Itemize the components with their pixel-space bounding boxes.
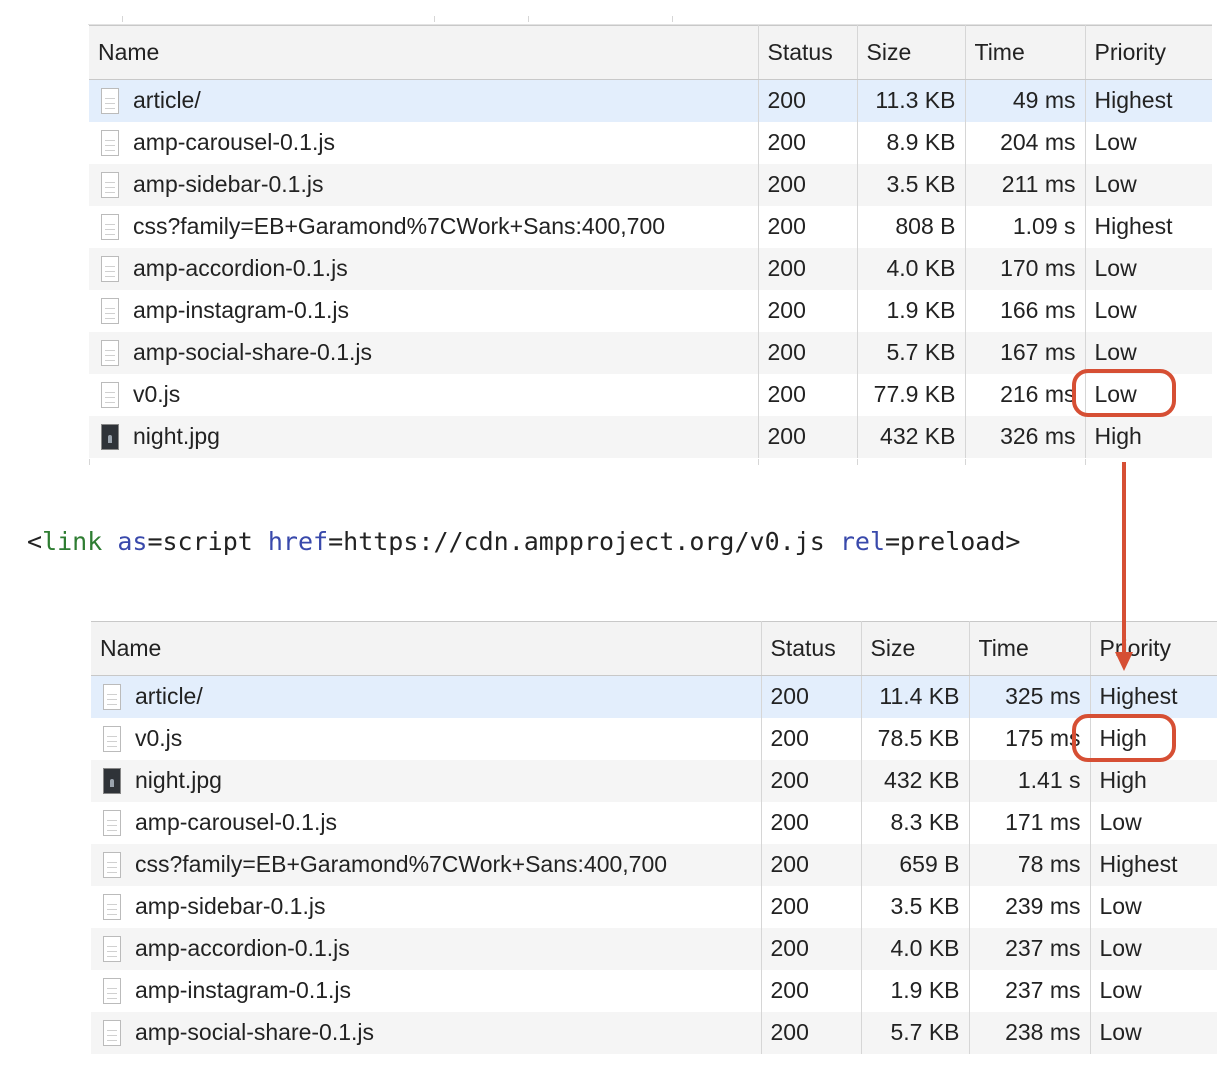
arrow-head xyxy=(1115,652,1133,671)
priority-change-arrow xyxy=(1115,462,1133,671)
